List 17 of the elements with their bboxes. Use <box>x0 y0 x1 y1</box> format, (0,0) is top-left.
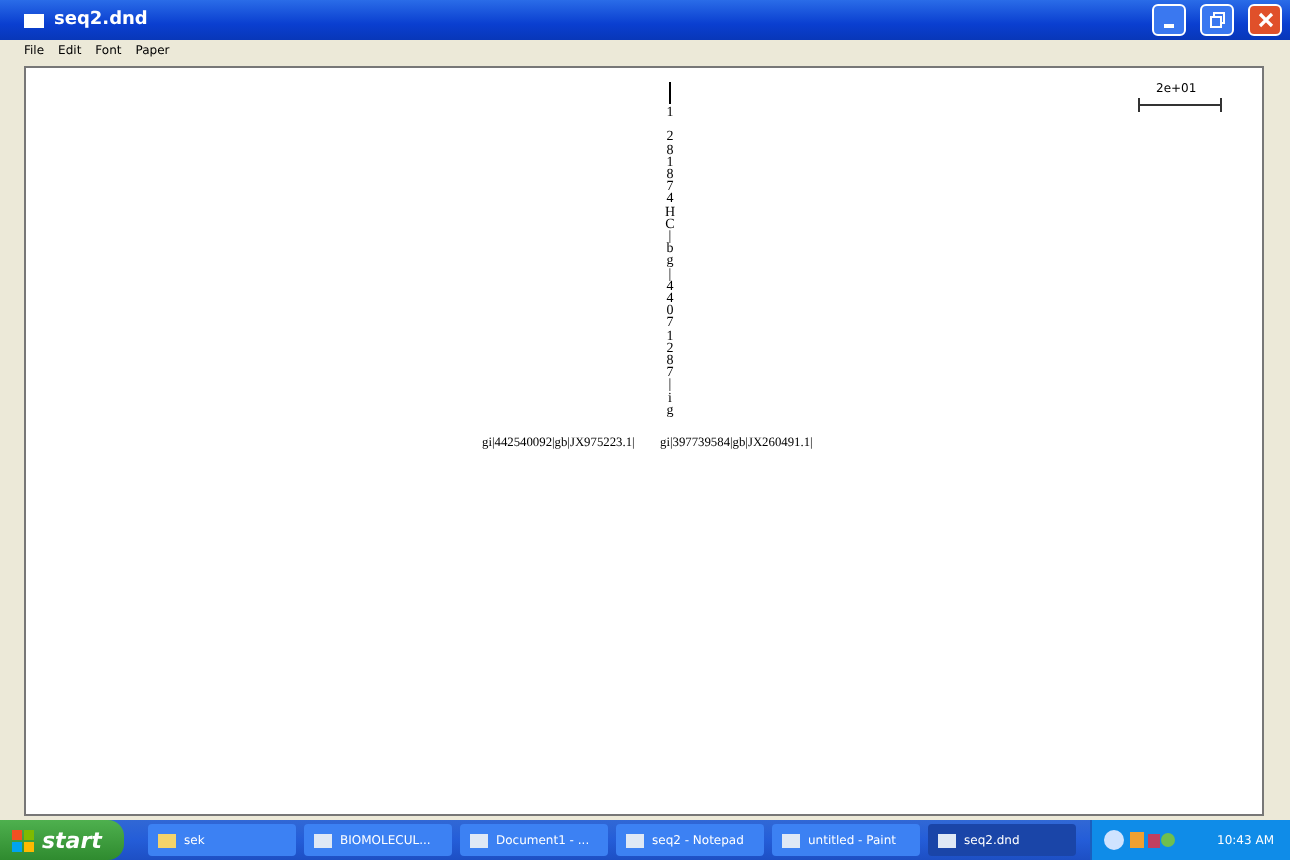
window-title: seq2.dnd <box>54 10 150 30</box>
folder-icon <box>158 833 176 847</box>
app-window-icon <box>626 833 644 847</box>
close-button[interactable] <box>1248 4 1282 36</box>
tray-icons-drawing <box>1103 830 1176 850</box>
windows-flag-icon <box>12 829 34 851</box>
scale-bar <box>1138 98 1222 112</box>
app-window-icon <box>782 833 800 847</box>
close-icon <box>1257 12 1273 28</box>
window-icon <box>24 13 44 27</box>
restore-button[interactable] <box>1200 4 1234 36</box>
app-window-icon <box>470 833 488 847</box>
app-window-icon <box>938 833 956 847</box>
app-window-icon <box>314 833 332 847</box>
minimize-button[interactable] <box>1152 4 1186 36</box>
start-button[interactable]: start <box>0 820 124 860</box>
restore-icon <box>1209 12 1225 28</box>
